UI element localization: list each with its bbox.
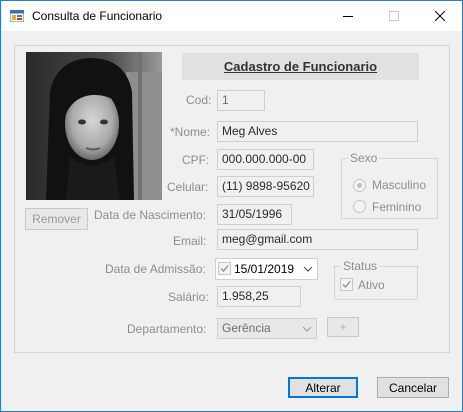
admissao-value: 15/01/2019: [234, 262, 295, 276]
add-departamento-button[interactable]: +: [327, 317, 359, 337]
minimize-icon: [343, 16, 353, 17]
minimize-button[interactable]: [325, 1, 371, 31]
ativo-checkbox[interactable]: [340, 278, 353, 291]
check-icon: [218, 262, 231, 275]
status-legend: Status: [341, 259, 380, 273]
email-label: Email:: [173, 234, 207, 248]
client-area: Cadastro de Funcionario Remover Cod: 1 *…: [1, 31, 462, 411]
ativo-label: Ativo: [358, 278, 385, 292]
maximize-icon: [389, 11, 399, 21]
feminino-radio[interactable]: [353, 200, 366, 213]
nome-field[interactable]: Meg Alves: [217, 121, 418, 142]
cancelar-button[interactable]: Cancelar: [377, 377, 449, 398]
chevron-down-icon: [303, 266, 313, 272]
cpf-label: CPF:: [182, 153, 210, 167]
portrait-image: [26, 52, 162, 200]
celular-field[interactable]: (11) 9898-95620: [217, 176, 314, 197]
email-field[interactable]: meg@gmail.com: [217, 229, 418, 250]
chevron-down-icon: [302, 326, 312, 332]
masculino-label: Masculino: [372, 178, 427, 192]
cpf-field[interactable]: 000.000.000-00: [217, 149, 314, 170]
nascimento-field[interactable]: 31/05/1996: [217, 204, 292, 225]
window-title: Consulta de Funcionario: [32, 9, 163, 23]
feminino-label: Feminino: [372, 200, 422, 214]
alterar-button[interactable]: Alterar: [288, 377, 358, 398]
masculino-radio[interactable]: [353, 179, 366, 192]
cod-field[interactable]: 1: [217, 90, 265, 111]
close-icon: [435, 11, 445, 21]
salario-label: Salário:: [168, 290, 209, 304]
cod-label: Cod:: [186, 93, 212, 107]
maximize-button[interactable]: [371, 1, 417, 31]
salario-field[interactable]: 1.958,25: [217, 286, 301, 307]
form-header-title: Cadastro de Funcionario: [223, 59, 378, 74]
departamento-select[interactable]: Gerência: [217, 318, 317, 339]
sexo-legend: Sexo: [348, 151, 380, 165]
nome-label: *Nome:: [170, 125, 211, 139]
departamento-label: Departamento:: [127, 322, 207, 336]
departamento-value: Gerência: [222, 321, 271, 335]
title-bar: Consulta de Funcionario: [1, 1, 462, 31]
app-window-icon: [10, 10, 24, 22]
admissao-datepicker[interactable]: 15/01/2019: [215, 258, 318, 280]
employee-photo: [26, 52, 162, 200]
window: Consulta de Funcionario Cadastro de Func…: [0, 0, 463, 412]
close-button[interactable]: [417, 1, 463, 31]
remove-photo-button[interactable]: Remover: [25, 208, 88, 230]
form-header: Cadastro de Funcionario: [182, 53, 419, 80]
celular-label: Celular:: [167, 180, 209, 194]
nascimento-label: Data de Nascimento:: [94, 208, 207, 222]
admissao-label: Data de Admissão:: [105, 262, 206, 276]
